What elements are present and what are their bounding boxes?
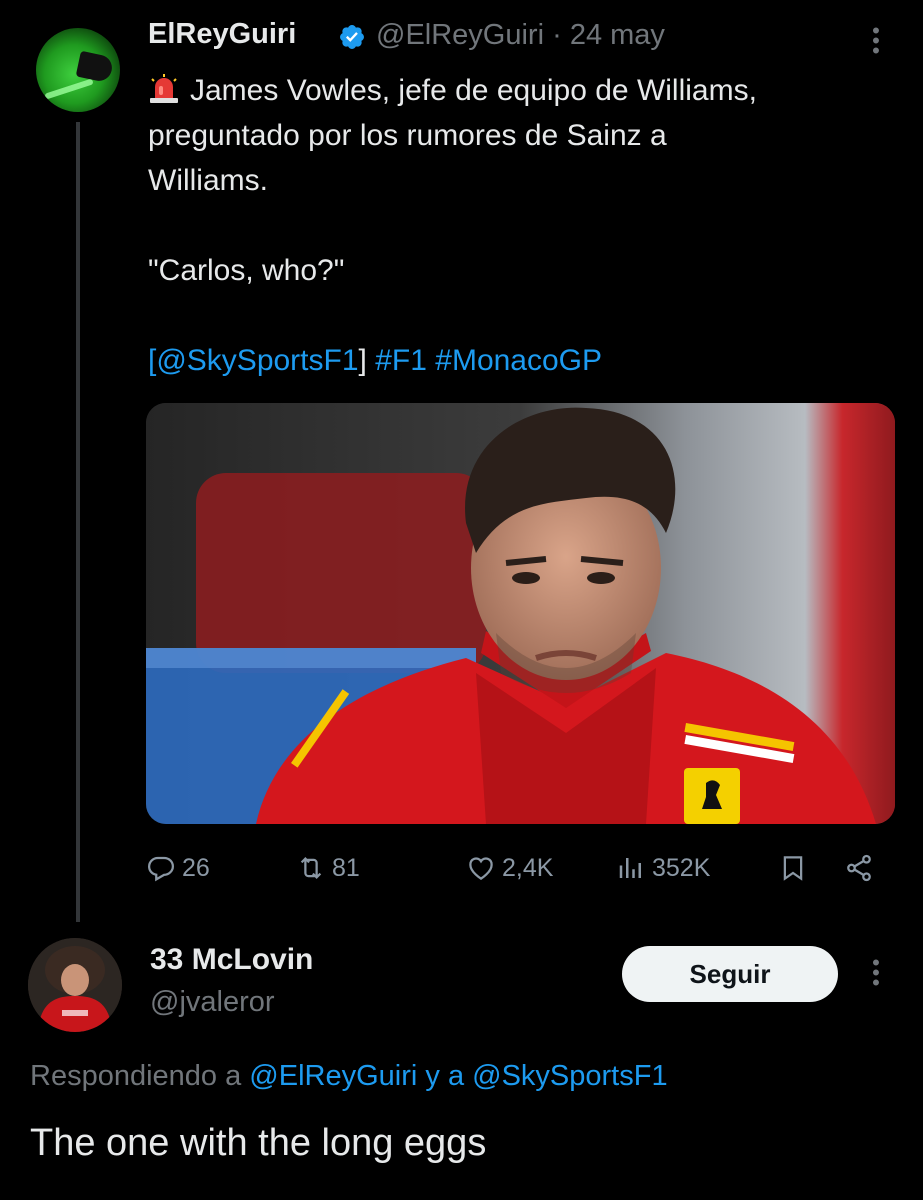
replying-to-line: Respondiendo a @ElReyGuiri y a @SkySport… <box>30 1060 668 1093</box>
reply-author-handle[interactable]: @jvaleror <box>150 986 275 1019</box>
like-action[interactable]: 2,4K <box>466 846 553 890</box>
reply-count: 26 <box>182 853 210 882</box>
siren-emoji-icon <box>150 74 178 103</box>
photo-illustration <box>146 403 895 824</box>
verified-badge-icon <box>340 25 364 49</box>
replying-user-link[interactable]: @ElReyGuiri <box>249 1060 417 1092</box>
tweet-text: James Vowles, jefe de equipo de Williams… <box>148 68 888 383</box>
retweet-icon <box>300 857 322 879</box>
tweet-date[interactable]: 24 may <box>570 19 665 51</box>
retweet-action[interactable]: 81 <box>296 846 360 890</box>
tweet-photo[interactable] <box>146 403 895 824</box>
replying-user-link[interactable]: @SkySportsF1 <box>472 1060 667 1092</box>
retweet-count: 81 <box>332 853 360 882</box>
bracket-close: ] <box>358 344 367 377</box>
reply-action[interactable]: 26 <box>146 846 210 890</box>
hashtag-link[interactable]: #MonacoGP <box>435 344 602 377</box>
reply-author-name[interactable]: 33 McLovin <box>150 943 313 977</box>
reply-icon <box>147 856 175 882</box>
author-handle-and-date[interactable]: @ElReyGuiri · 24 may <box>376 19 665 52</box>
replying-join: y a <box>425 1060 465 1092</box>
bookmark-icon <box>783 856 803 881</box>
more-options-icon[interactable]: • • • <box>866 952 886 994</box>
reply-author-avatar[interactable] <box>28 938 122 1032</box>
share-icon <box>847 854 871 882</box>
replying-prefix: Respondiendo a <box>30 1060 242 1092</box>
mention-link[interactable]: @SkySportsF1 <box>156 344 358 377</box>
views-action[interactable]: 352K <box>616 846 710 890</box>
avatar-illustration <box>28 938 122 1032</box>
reply-text: The one with the long eggs <box>30 1122 487 1164</box>
author-display-name[interactable]: ElReyGuiri <box>148 18 296 51</box>
author-handle[interactable]: @ElReyGuiri <box>376 19 544 51</box>
share-action[interactable] <box>844 846 874 890</box>
views-icon <box>619 858 641 878</box>
like-count: 2,4K <box>502 853 554 882</box>
author-avatar[interactable] <box>36 28 120 112</box>
like-icon <box>469 857 493 880</box>
follow-button[interactable]: Seguir <box>622 946 838 1002</box>
tweet-line-1: James Vowles, jefe de equipo de Williams… <box>190 74 757 107</box>
views-count: 352K <box>652 853 711 882</box>
tweet-line-3: Williams. <box>148 164 268 197</box>
tweet-action-bar: 26 81 2,4K 352K <box>146 846 886 890</box>
more-options-icon[interactable]: • • • <box>866 20 886 62</box>
bookmark-action[interactable] <box>778 846 808 890</box>
tweet-line-2: preguntado por los rumores de Sainz a <box>148 119 667 152</box>
thread-connector-line <box>76 122 80 922</box>
tweet-quote: "Carlos, who?" <box>148 254 345 287</box>
hashtag-link[interactable]: #F1 <box>375 344 427 377</box>
meta-separator: · <box>552 19 562 51</box>
